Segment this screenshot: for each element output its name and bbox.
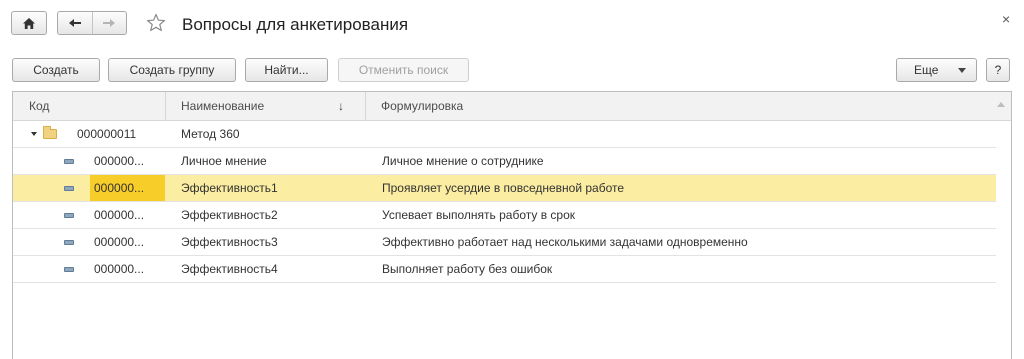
expand-arrow-icon[interactable] (31, 132, 37, 136)
star-icon[interactable] (146, 13, 166, 33)
table-row[interactable]: 000000... Эффективность2 Успевает выполн… (13, 202, 996, 229)
more-menu-button[interactable]: Еще (896, 58, 977, 82)
title-bar: Вопросы для анкетирования × (0, 0, 1024, 50)
arrow-right-icon (103, 19, 116, 27)
table-row-selected[interactable]: 000000... Эффективность1 Проявляет усерд… (13, 175, 996, 202)
cell-code: 000000... (94, 235, 145, 249)
cancel-search-button[interactable]: Отменить поиск (338, 58, 469, 82)
close-icon[interactable]: × (1002, 11, 1010, 27)
table-header: Код Наименование ↓ Формулировка (13, 92, 1011, 121)
cell-code: 000000... (94, 181, 145, 195)
table-row[interactable]: 000000... Эффективность4 Выполняет работ… (13, 256, 996, 283)
chevron-down-icon (958, 68, 966, 73)
cell-formulation: Эффективно работает над несколькими зада… (382, 235, 748, 249)
help-button[interactable]: ? (986, 58, 1010, 82)
cell-name: Метод 360 (181, 127, 240, 141)
cell-formulation: Выполняет работу без ошибок (382, 262, 553, 276)
more-button-label: Еще (914, 63, 939, 77)
scroll-up-icon[interactable] (997, 102, 1005, 107)
home-button[interactable] (11, 11, 47, 35)
create-group-button[interactable]: Создать группу (108, 58, 236, 82)
folder-icon (43, 126, 57, 139)
create-button[interactable]: Создать (12, 58, 100, 82)
find-button[interactable]: Найти... (245, 58, 328, 82)
item-icon (64, 159, 74, 164)
cell-code: 000000011 (77, 127, 137, 141)
item-icon (64, 213, 74, 218)
arrow-left-icon (68, 19, 81, 27)
sort-arrow-icon: ↓ (338, 99, 344, 113)
column-divider[interactable] (165, 92, 166, 120)
cell-name: Эффективность2 (181, 208, 278, 222)
history-nav (57, 11, 127, 35)
column-header-formulation[interactable]: Формулировка (381, 92, 463, 120)
column-header-name[interactable]: Наименование (181, 92, 264, 120)
column-divider[interactable] (365, 92, 366, 120)
cell-code: 000000... (94, 262, 145, 276)
item-icon (64, 186, 74, 191)
cell-code: 000000... (94, 154, 145, 168)
cell-name: Личное мнение (181, 154, 267, 168)
page-title: Вопросы для анкетирования (182, 15, 409, 34)
column-header-code[interactable]: Код (29, 92, 49, 120)
cell-code: 000000... (94, 208, 145, 222)
forward-button[interactable] (93, 12, 127, 34)
table-row-group[interactable]: 000000011 Метод 360 (13, 121, 996, 148)
cell-formulation: Проявляет усердие в повседневной работе (382, 181, 625, 195)
home-icon (23, 17, 35, 29)
table-row[interactable]: 000000... Личное мнение Личное мнение о … (13, 148, 996, 175)
cell-formulation: Личное мнение о сотруднике (382, 154, 544, 168)
cell-name: Эффективность3 (181, 235, 278, 249)
item-icon (64, 240, 74, 245)
cell-name: Эффективность4 (181, 262, 278, 276)
back-button[interactable] (58, 12, 93, 34)
item-icon (64, 267, 74, 272)
cell-formulation: Успевает выполнять работу в срок (382, 208, 576, 222)
table-row[interactable]: 000000... Эффективность3 Эффективно рабо… (13, 229, 996, 256)
questions-table: Код Наименование ↓ Формулировка 00000001… (12, 91, 1012, 359)
cell-name: Эффективность1 (181, 181, 278, 195)
